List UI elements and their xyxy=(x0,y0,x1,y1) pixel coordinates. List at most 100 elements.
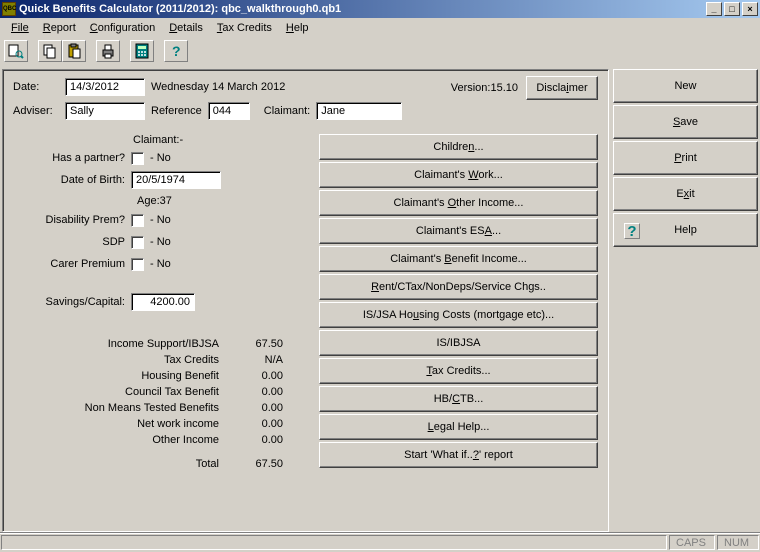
menu-file[interactable]: File xyxy=(4,20,36,36)
menu-help[interactable]: Help xyxy=(279,20,316,36)
summary-value: N/A xyxy=(233,354,283,370)
minimize-button[interactable]: _ xyxy=(706,2,722,16)
disability-prem-checkbox[interactable] xyxy=(131,214,144,227)
status-message xyxy=(1,535,667,550)
window-title: Quick Benefits Calculator (2011/2012): q… xyxy=(19,3,706,15)
category-button-9[interactable]: HB/CTB... xyxy=(319,386,598,412)
side-panel: New Save Print Exit ? Help xyxy=(613,69,758,532)
paste-icon[interactable] xyxy=(62,40,86,62)
category-button-6[interactable]: IS/JSA Housing Costs (mortgage etc)... xyxy=(319,302,598,328)
sdp-checkbox[interactable] xyxy=(131,236,144,249)
summary-value: 0.00 xyxy=(233,418,283,434)
sdp-value: - No xyxy=(150,236,171,248)
reference-label: Reference xyxy=(151,105,202,117)
summary-value: 0.00 xyxy=(233,434,283,450)
adviser-label: Adviser: xyxy=(13,105,59,117)
category-button-11[interactable]: Start 'What if..?' report xyxy=(319,442,598,468)
calc-icon[interactable] xyxy=(130,40,154,62)
category-button-10[interactable]: Legal Help... xyxy=(319,414,598,440)
summary-total-row: Total67.50 xyxy=(13,458,283,474)
close-button[interactable]: × xyxy=(742,2,758,16)
summary-value: 0.00 xyxy=(233,386,283,402)
save-button[interactable]: Save xyxy=(613,105,758,139)
dob-input[interactable] xyxy=(131,171,221,189)
category-button-5[interactable]: Rent/CTax/NonDeps/Service Chgs.. xyxy=(319,274,598,300)
category-button-3[interactable]: Claimant's ESA... xyxy=(319,218,598,244)
version-label: Version:15.10 xyxy=(451,82,518,94)
summary-name: Other Income xyxy=(13,434,233,450)
date-label: Date: xyxy=(13,81,59,93)
toolbar: ? xyxy=(0,37,760,65)
disclaimer-button[interactable]: Disclaimer xyxy=(526,76,598,100)
summary-row: Other Income0.00 xyxy=(13,434,283,450)
summary-row: Net work income0.00 xyxy=(13,418,283,434)
titlebar: QBC Quick Benefits Calculator (2011/2012… xyxy=(0,0,760,18)
disability-prem-value: - No xyxy=(150,214,171,226)
lookup-icon[interactable] xyxy=(4,40,28,62)
partner-value: - No xyxy=(150,152,171,164)
summary-table: Income Support/IBJSA67.50Tax CreditsN/AH… xyxy=(13,338,283,474)
menu-tax-credits[interactable]: Tax Credits xyxy=(210,20,279,36)
reference-input[interactable] xyxy=(208,102,250,120)
copy-icon[interactable] xyxy=(38,40,62,62)
summary-name: Tax Credits xyxy=(13,354,233,370)
summary-name: Income Support/IBJSA xyxy=(13,338,233,354)
main-panel: Disclaimer Version:15.10 Date: Wednesday… xyxy=(2,69,609,532)
summary-name: Non Means Tested Benefits xyxy=(13,402,233,418)
app-icon: QBC xyxy=(2,2,16,16)
exit-button[interactable]: Exit xyxy=(613,177,758,211)
help-question-icon: ? xyxy=(624,223,640,239)
partner-label: Has a partner? xyxy=(13,152,131,164)
num-indicator: NUM xyxy=(717,535,759,550)
caps-indicator: CAPS xyxy=(669,535,715,550)
dob-label: Date of Birth: xyxy=(13,174,131,186)
category-button-2[interactable]: Claimant's Other Income... xyxy=(319,190,598,216)
summary-row: Income Support/IBJSA67.50 xyxy=(13,338,283,354)
category-button-4[interactable]: Claimant's Benefit Income... xyxy=(319,246,598,272)
carer-value: - No xyxy=(150,258,171,270)
help-button[interactable]: ? Help xyxy=(613,213,758,247)
claimant-heading: Claimant:- xyxy=(133,134,313,146)
category-button-7[interactable]: IS/IBJSA xyxy=(319,330,598,356)
summary-total-value: 67.50 xyxy=(233,458,283,474)
print-button[interactable]: Print xyxy=(613,141,758,175)
summary-value: 0.00 xyxy=(233,370,283,386)
carer-checkbox[interactable] xyxy=(131,258,144,271)
partner-checkbox[interactable] xyxy=(131,152,144,165)
age-text: Age:37 xyxy=(137,192,313,210)
menu-details[interactable]: Details xyxy=(162,20,210,36)
summary-name: Net work income xyxy=(13,418,233,434)
summary-row: Tax CreditsN/A xyxy=(13,354,283,370)
maximize-button[interactable]: □ xyxy=(724,2,740,16)
menu-configuration[interactable]: Configuration xyxy=(83,20,162,36)
disability-prem-label: Disability Prem? xyxy=(13,214,131,226)
savings-label: Savings/Capital: xyxy=(13,296,131,308)
claimant-input[interactable] xyxy=(316,102,402,120)
category-column: Children...Claimant's Work...Claimant's … xyxy=(313,134,598,474)
menubar: File Report Configuration Details Tax Cr… xyxy=(0,18,760,37)
new-button[interactable]: New xyxy=(613,69,758,103)
summary-row: Council Tax Benefit0.00 xyxy=(13,386,283,402)
sdp-label: SDP xyxy=(13,236,131,248)
print-icon[interactable] xyxy=(96,40,120,62)
menu-report[interactable]: Report xyxy=(36,20,83,36)
help-icon[interactable]: ? xyxy=(164,40,188,62)
category-button-8[interactable]: Tax Credits... xyxy=(319,358,598,384)
summary-row: Non Means Tested Benefits0.00 xyxy=(13,402,283,418)
category-button-1[interactable]: Claimant's Work... xyxy=(319,162,598,188)
summary-name: Council Tax Benefit xyxy=(13,386,233,402)
summary-value: 0.00 xyxy=(233,402,283,418)
claimant-label: Claimant: xyxy=(264,105,310,117)
category-button-0[interactable]: Children... xyxy=(319,134,598,160)
carer-label: Carer Premium xyxy=(13,258,131,270)
adviser-input[interactable] xyxy=(65,102,145,120)
statusbar: CAPS NUM xyxy=(0,532,760,552)
savings-input[interactable] xyxy=(131,293,195,311)
summary-total-label: Total xyxy=(13,458,233,474)
date-input[interactable] xyxy=(65,78,145,96)
summary-row: Housing Benefit0.00 xyxy=(13,370,283,386)
summary-value: 67.50 xyxy=(233,338,283,354)
date-long-text: Wednesday 14 March 2012 xyxy=(151,81,285,93)
summary-name: Housing Benefit xyxy=(13,370,233,386)
svg-text:?: ? xyxy=(172,43,181,59)
